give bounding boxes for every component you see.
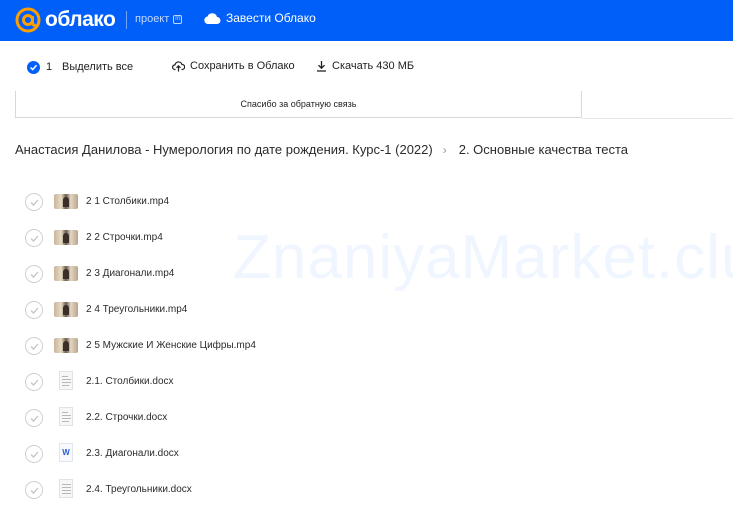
- selected-count: 1: [46, 61, 53, 73]
- at-sign-logo-icon: [15, 7, 41, 33]
- file-row[interactable]: 2 1 Столбики.mp4: [0, 184, 733, 220]
- video-thumbnail: [54, 266, 78, 281]
- breadcrumb-current: 2. Основные качества теста: [458, 142, 629, 157]
- file-name: 2 1 Столбики.mp4: [86, 196, 170, 207]
- document-icon: [59, 479, 73, 498]
- file-name: 2 4 Треугольники.mp4: [86, 304, 188, 315]
- file-row[interactable]: 2 3 Диагонали.mp4: [0, 256, 733, 292]
- row-checkbox-icon[interactable]: [25, 373, 43, 391]
- file-name: 2 5 Мужские И Женские Цифры.mp4: [86, 340, 256, 351]
- selection-toolbar: 1 Выделить все Сохранить в Облако Скачат…: [0, 41, 733, 91]
- document-icon: [59, 371, 73, 390]
- row-checkbox-icon[interactable]: [25, 445, 43, 463]
- breadcrumb-parent-link[interactable]: Анастасия Данилова - Нумерология по дате…: [15, 142, 433, 157]
- row-checkbox-icon[interactable]: [25, 301, 43, 319]
- save-to-cloud-label: Сохранить в Облако: [190, 60, 295, 72]
- document-icon: [59, 407, 73, 426]
- file-name: 2.1. Столбики.docx: [86, 376, 174, 387]
- file-row[interactable]: 2 4 Треугольники.mp4: [0, 292, 733, 328]
- feedback-divider: [582, 118, 733, 119]
- project-badge: m: [173, 14, 183, 24]
- download-button[interactable]: Скачать 430 МБ: [316, 60, 414, 72]
- video-thumbnail: [54, 302, 78, 317]
- row-checkbox-icon[interactable]: [25, 481, 43, 499]
- header-divider: [126, 11, 127, 29]
- feedback-thanks-box: Спасибо за обратную связь: [15, 91, 582, 118]
- video-thumbnail: [54, 338, 78, 353]
- download-icon: [317, 61, 326, 72]
- file-row[interactable]: 2 5 Мужские И Женские Цифры.mp4: [0, 328, 733, 364]
- file-name: 2.3. Диагонали.docx: [86, 448, 179, 459]
- file-name: 2 2 Строчки.mp4: [86, 232, 163, 243]
- word-document-icon: W: [59, 443, 73, 462]
- chevron-right-icon: ›: [442, 142, 447, 157]
- video-thumbnail: [54, 194, 78, 209]
- top-header: облако проект m Завести Облако: [0, 0, 733, 41]
- file-row[interactable]: 2 2 Строчки.mp4: [0, 220, 733, 256]
- row-checkbox-icon[interactable]: [25, 409, 43, 427]
- row-checkbox-icon[interactable]: [25, 229, 43, 247]
- file-name: 2 3 Диагонали.mp4: [86, 268, 175, 279]
- project-text: проект: [135, 13, 170, 25]
- cloud-upload-icon: [172, 61, 185, 72]
- cloud-icon: [204, 13, 221, 24]
- file-name: 2.4. Треугольники.docx: [86, 484, 192, 495]
- select-all-button[interactable]: Выделить все: [62, 61, 133, 73]
- cloud-logo[interactable]: облако: [15, 7, 116, 33]
- breadcrumb: Анастасия Данилова - Нумерология по дате…: [15, 142, 628, 157]
- file-row[interactable]: 2.1. Столбики.docx: [0, 364, 733, 400]
- save-to-cloud-button[interactable]: Сохранить в Облако: [172, 60, 295, 72]
- file-row[interactable]: 2.4. Треугольники.docx: [0, 472, 733, 508]
- file-row[interactable]: 2.2. Строчки.docx: [0, 400, 733, 436]
- file-row[interactable]: W 2.3. Диагонали.docx: [0, 436, 733, 472]
- row-checkbox-icon[interactable]: [25, 265, 43, 283]
- logo-text: облако: [45, 8, 116, 31]
- video-thumbnail: [54, 230, 78, 245]
- download-label: Скачать 430 МБ: [332, 60, 415, 72]
- get-cloud-button[interactable]: Завести Облако: [203, 11, 316, 25]
- row-checkbox-icon[interactable]: [25, 193, 43, 211]
- project-label: проект m: [135, 13, 183, 25]
- file-name: 2.2. Строчки.docx: [86, 412, 168, 423]
- get-cloud-label: Завести Облако: [226, 11, 316, 25]
- selected-check-icon[interactable]: [27, 61, 40, 74]
- row-checkbox-icon[interactable]: [25, 337, 43, 355]
